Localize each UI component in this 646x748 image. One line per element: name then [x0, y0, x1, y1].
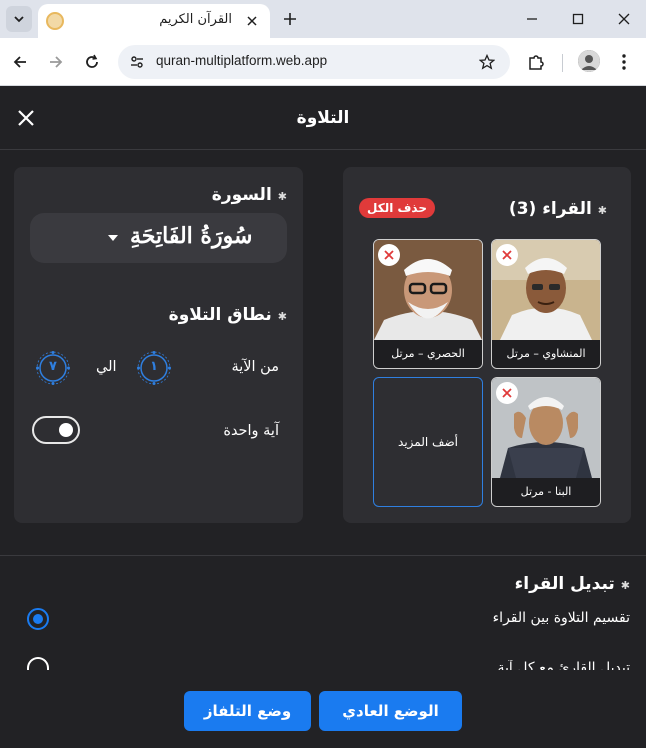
extensions-button[interactable] [524, 50, 548, 74]
radio-dot [33, 614, 43, 624]
minimize-button[interactable] [522, 9, 542, 29]
close-icon [502, 250, 512, 260]
reload-icon [86, 54, 98, 68]
tab-search-button[interactable] [6, 6, 32, 32]
surah-section-title: ✱ السورة [212, 185, 287, 205]
page-title: التلاوة [296, 108, 350, 128]
tab-title: القرآن الكريم [159, 12, 232, 27]
selected-surah: سُورَةُ الفَاتِحَةِ [130, 223, 253, 249]
from-ayah-selector[interactable]: ١ [137, 351, 171, 385]
reciter-name: البنا - مرتل [492, 478, 600, 506]
to-label: الي [96, 359, 117, 375]
plus-icon [284, 13, 296, 25]
browser-toolbar: quran-multiplatform.web.app [0, 38, 646, 86]
more-vert-icon [622, 54, 626, 70]
section-divider [0, 555, 646, 556]
from-ayah-label: من الآية [231, 359, 279, 375]
reciter-name: الحصري – مرتل [374, 340, 482, 368]
add-reciter-label: أضف المزيد [398, 435, 458, 449]
reciter-card[interactable]: الحصري – مرتل [373, 239, 483, 369]
puzzle-icon [529, 55, 544, 70]
browser-menu-button[interactable] [614, 50, 634, 74]
single-ayah-toggle[interactable] [32, 416, 80, 444]
close-icon [384, 250, 394, 260]
to-ayah-value: ٧ [49, 359, 57, 374]
asterisk-icon: ✱ [277, 310, 287, 323]
delete-all-button[interactable]: حذف الكل [359, 198, 436, 218]
browser-tab[interactable]: القرآن الكريم [38, 4, 270, 38]
reciters-card: ✱ القراء (3) حذف الكل المنشاوي – مرتل الح… [343, 167, 631, 523]
remove-reciter-button[interactable] [496, 244, 518, 266]
close-icon [618, 13, 630, 25]
option-per-ayah-radio[interactable] [27, 657, 49, 670]
add-reciter-button[interactable]: أضف المزيد [373, 377, 483, 507]
close-icon [502, 388, 512, 398]
window-close-button[interactable] [614, 9, 634, 29]
address-bar[interactable]: quran-multiplatform.web.app [118, 45, 510, 79]
from-ayah-value: ١ [150, 359, 158, 374]
toolbar-divider [562, 54, 563, 72]
bookmark-star-icon[interactable] [476, 51, 498, 73]
profile-avatar[interactable] [578, 50, 600, 72]
back-button[interactable] [8, 50, 32, 74]
reciter-name: المنشاوي – مرتل [492, 340, 600, 368]
forward-button[interactable] [44, 50, 68, 74]
reciter-card[interactable]: المنشاوي – مرتل [491, 239, 601, 369]
asterisk-icon: ✱ [597, 204, 607, 217]
option-per-ayah-label[interactable]: تبديل القارئ مع كل آية [497, 660, 630, 670]
arrow-right-icon [50, 56, 63, 68]
minimize-icon [527, 18, 537, 20]
toggle-knob [59, 423, 73, 437]
tv-mode-button[interactable]: وضع التلفاز [184, 691, 311, 731]
surah-select[interactable]: سُورَةُ الفَاتِحَةِ [30, 213, 287, 263]
reciter-card[interactable]: البنا - مرتل [491, 377, 601, 507]
asterisk-icon: ✱ [620, 579, 630, 592]
dropdown-caret-icon [108, 235, 118, 241]
close-icon [247, 16, 257, 26]
option-split-radio[interactable] [27, 608, 49, 630]
switch-label: تبديل القراء [514, 574, 615, 594]
single-ayah-label: آية واحدة [223, 423, 279, 439]
quran-favicon-icon [46, 12, 64, 30]
remove-reciter-button[interactable] [378, 244, 400, 266]
browser-tabbar: القرآن الكريم [0, 0, 646, 38]
asterisk-icon: ✱ [277, 190, 287, 203]
maximize-button[interactable] [568, 9, 588, 29]
maximize-icon [572, 13, 584, 25]
range-section-title: ✱ نطاق التلاوة [169, 305, 287, 325]
switch-section-title: ✱ تبديل القراء [515, 574, 630, 594]
new-tab-button[interactable] [280, 9, 300, 29]
surah-range-card: ✱ السورة سُورَةُ الفَاتِحَةِ ✱ نطاق التلاو… [14, 167, 303, 523]
option-split-label[interactable]: تقسيم التلاوة بين القراء [493, 610, 630, 626]
surah-label: السورة [211, 185, 272, 205]
url-text: quran-multiplatform.web.app [156, 53, 328, 68]
app-header: التلاوة [0, 86, 646, 150]
arrow-left-icon [13, 56, 26, 68]
normal-mode-button[interactable]: الوضع العادي [319, 691, 462, 731]
range-label: نطاق التلاوة [168, 305, 272, 325]
remove-reciter-button[interactable] [496, 382, 518, 404]
tab-close-button[interactable] [242, 11, 262, 31]
site-settings-icon[interactable] [126, 51, 148, 73]
reload-button[interactable] [80, 50, 104, 74]
to-ayah-selector[interactable]: ٧ [36, 351, 70, 385]
reciters-label: القراء (3) [508, 199, 592, 219]
chevron-down-icon [14, 16, 24, 23]
reciters-section-title: ✱ القراء (3) [509, 199, 607, 219]
